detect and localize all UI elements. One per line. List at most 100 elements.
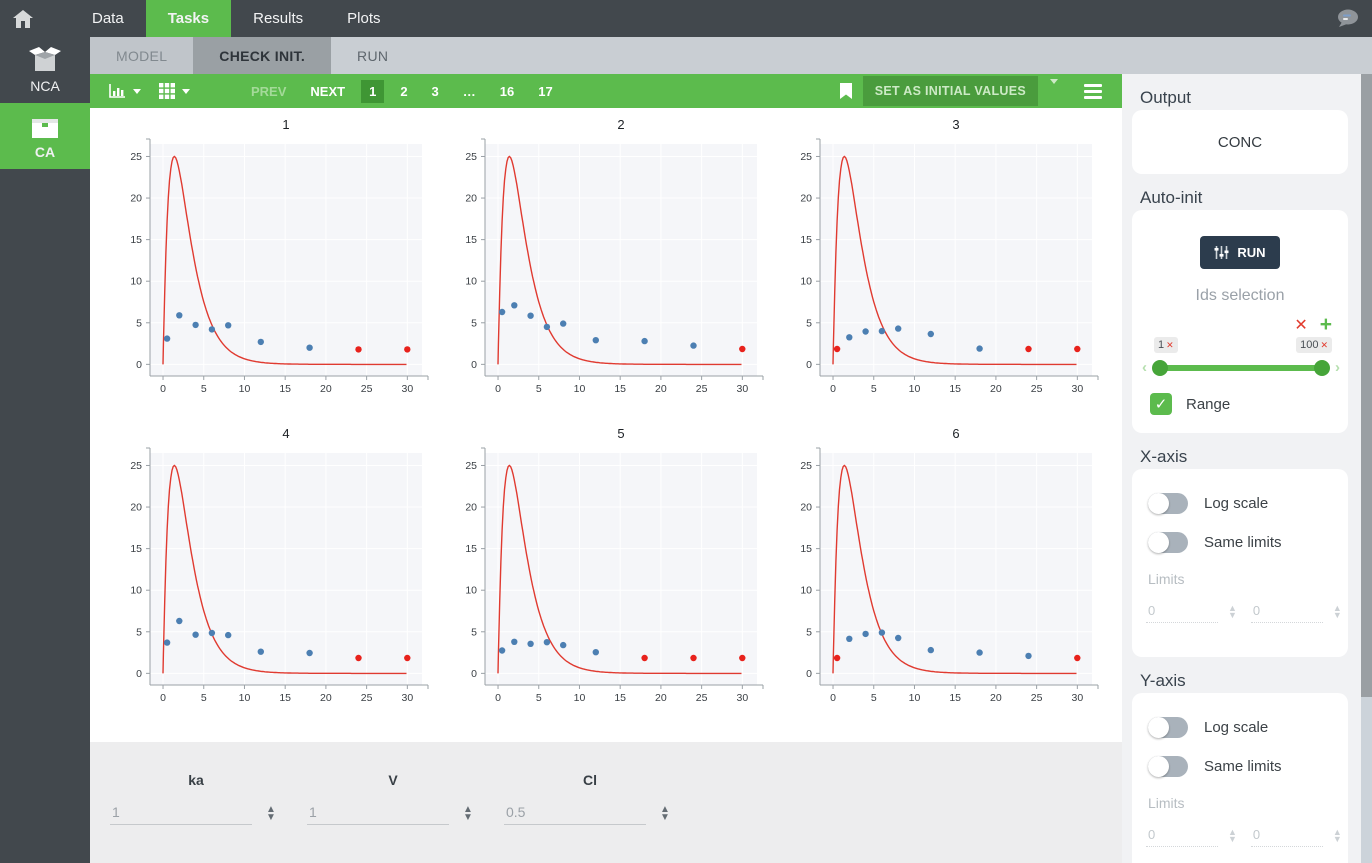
yaxis-section-title: Y-axis (1140, 671, 1348, 691)
yaxis-limit-min-spinner[interactable]: ▲▼ (1228, 829, 1237, 843)
svg-text:25: 25 (696, 692, 708, 704)
autoinit-run-button[interactable]: RUN (1200, 236, 1279, 269)
svg-text:6: 6 (952, 426, 959, 441)
xaxis-log-scale-toggle[interactable] (1148, 493, 1188, 514)
param-spinner-cl[interactable]: ▲▼ (660, 806, 670, 822)
slider-min-chip[interactable]: 1✕ (1154, 337, 1178, 353)
param-value-ka[interactable]: 1 (110, 802, 252, 825)
svg-text:0: 0 (160, 383, 166, 395)
subject-plot-svg-5: 05101520250510152025305 (441, 423, 771, 719)
svg-text:20: 20 (320, 692, 332, 704)
svg-text:20: 20 (990, 692, 1002, 704)
param-label-ka: ka (110, 772, 282, 788)
svg-text:25: 25 (465, 460, 477, 472)
param-value-v[interactable]: 1 (307, 802, 449, 825)
svg-text:10: 10 (239, 383, 251, 395)
sidebar-item-ca[interactable]: CA (0, 103, 90, 169)
svg-text:25: 25 (800, 460, 812, 472)
set-initial-dropdown[interactable] (1038, 84, 1068, 99)
page-button-1[interactable]: 1 (361, 80, 384, 103)
svg-text:5: 5 (536, 692, 542, 704)
chart-icon (109, 84, 126, 99)
slider-track[interactable] (1156, 365, 1326, 371)
bookmark-icon[interactable] (839, 83, 853, 100)
panel-scrollbar[interactable] (1361, 74, 1372, 863)
svg-text:10: 10 (130, 585, 142, 597)
menu-icon[interactable] (1068, 84, 1112, 99)
nav-item-tasks[interactable]: Tasks (146, 0, 231, 37)
nav-item-data[interactable]: Data (70, 0, 146, 37)
xaxis-limit-min-spinner[interactable]: ▲▼ (1228, 605, 1237, 619)
param-spinner-ka[interactable]: ▲▼ (266, 806, 276, 822)
xaxis-limit-max-input[interactable]: 0 (1251, 601, 1323, 623)
slider-handle-max[interactable] (1314, 360, 1330, 376)
subtab-checkinit[interactable]: CHECK INIT. (193, 37, 331, 74)
left-sidebar: NCACA (0, 37, 90, 863)
page-ellipsis: … (455, 80, 484, 103)
svg-text:25: 25 (465, 151, 477, 163)
param-field-v: V1▲▼ (307, 772, 504, 863)
svg-text:5: 5 (471, 317, 477, 329)
yaxis-limit-max-spinner[interactable]: ▲▼ (1333, 829, 1342, 843)
remove-id-icon[interactable]: ✕ (1294, 315, 1307, 335)
prev-page-button[interactable]: PREV (243, 80, 294, 103)
svg-text:15: 15 (130, 234, 142, 246)
sidebar-item-nca[interactable]: NCA (0, 37, 90, 103)
remove-min-icon[interactable]: ✕ (1166, 340, 1174, 350)
add-id-icon[interactable]: + (1320, 317, 1332, 333)
svg-text:5: 5 (201, 692, 207, 704)
output-card: CONC (1132, 110, 1348, 174)
range-checkbox[interactable]: ✓ (1150, 393, 1172, 415)
subtab-model[interactable]: MODEL (90, 37, 193, 74)
param-spinner-v[interactable]: ▲▼ (463, 806, 473, 822)
slider-handle-min[interactable] (1152, 360, 1168, 376)
yaxis-same-limits-toggle[interactable] (1148, 756, 1188, 777)
next-page-button[interactable]: NEXT (302, 80, 353, 103)
svg-text:10: 10 (574, 692, 586, 704)
subject-plot-5: 05101520250510152025305 (441, 423, 771, 724)
grid-icon (159, 83, 175, 99)
nav-item-results[interactable]: Results (231, 0, 325, 37)
yaxis-limit-max-input[interactable]: 0 (1251, 825, 1323, 847)
plot-type-dropdown[interactable] (100, 74, 150, 108)
subject-plot-6: 05101520250510152025306 (776, 423, 1106, 724)
svg-text:0: 0 (830, 692, 836, 704)
remove-max-icon[interactable]: ✕ (1320, 340, 1328, 350)
pagination: PREV NEXT 123 … 16 17 (239, 80, 565, 103)
xaxis-same-limits-toggle[interactable] (1148, 532, 1188, 553)
set-as-initial-values-button[interactable]: SET AS INITIAL VALUES (863, 76, 1038, 106)
xaxis-log-scale-label: Log scale (1204, 495, 1268, 512)
param-input-row: 0.5 ▲▼ (504, 802, 701, 825)
svg-text:20: 20 (655, 692, 667, 704)
svg-text:10: 10 (574, 383, 586, 395)
subject-plot-svg-2: 05101520250510152025302 (441, 114, 771, 410)
home-button[interactable] (0, 0, 46, 37)
xaxis-limit-min-input[interactable]: 0 (1146, 601, 1218, 623)
xaxis-section-title: X-axis (1140, 447, 1348, 467)
svg-text:5: 5 (806, 317, 812, 329)
slider-max-chip[interactable]: 100✕ (1296, 337, 1332, 353)
subject-plot-svg-3: 05101520250510152025303 (776, 114, 1106, 410)
svg-text:30: 30 (401, 383, 413, 395)
param-value-cl[interactable]: 0.5 (504, 802, 646, 825)
page-button-2[interactable]: 2 (392, 80, 415, 103)
yaxis-limit-min-input[interactable]: 0 (1146, 825, 1218, 847)
page-button-17[interactable]: 17 (530, 80, 560, 103)
yaxis-limits-label: Limits (1148, 795, 1334, 811)
nav-item-plots[interactable]: Plots (325, 0, 402, 37)
svg-text:15: 15 (614, 383, 626, 395)
panel-scrollbar-thumb[interactable] (1361, 74, 1372, 697)
subtab-run[interactable]: RUN (331, 37, 414, 74)
grid-layout-dropdown[interactable] (150, 74, 199, 108)
page-button-16[interactable]: 16 (492, 80, 522, 103)
task-subtabs: MODELCHECK INIT.RUN (90, 37, 1372, 74)
chat-bubble-icon[interactable] (1334, 9, 1360, 29)
page-button-3[interactable]: 3 (424, 80, 447, 103)
slider-right-chevron[interactable]: › (1335, 359, 1340, 376)
app-root: DataTasksResultsPlots MODELCHECK INIT.RU… (0, 0, 1372, 863)
xaxis-limit-max-spinner[interactable]: ▲▼ (1333, 605, 1342, 619)
svg-text:15: 15 (614, 692, 626, 704)
slider-left-chevron[interactable]: ‹ (1142, 359, 1147, 376)
yaxis-log-scale-toggle[interactable] (1148, 717, 1188, 738)
svg-text:20: 20 (130, 193, 142, 205)
